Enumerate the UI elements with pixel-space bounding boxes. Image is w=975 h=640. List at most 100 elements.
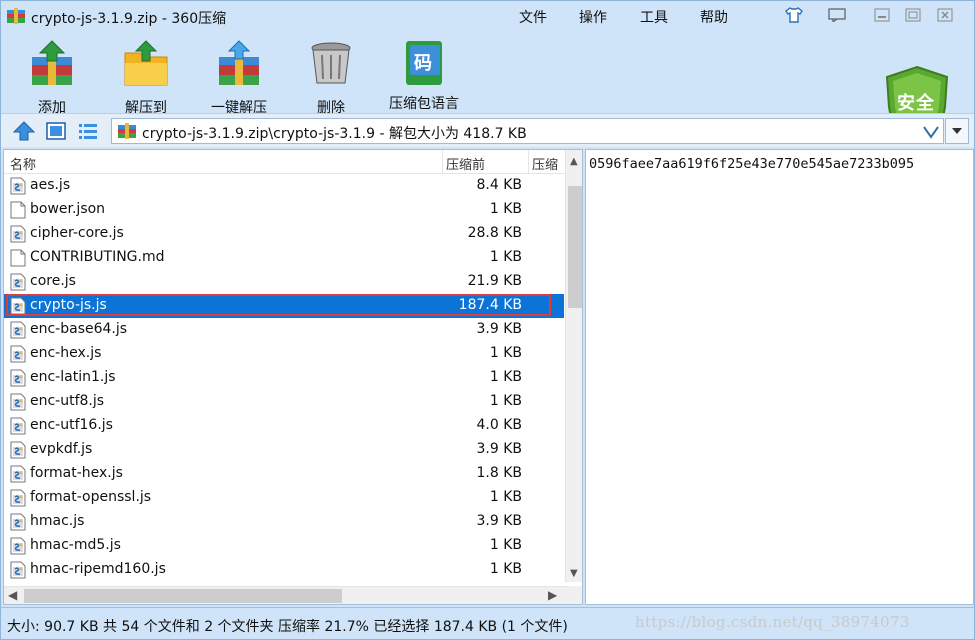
script-file-icon [10, 513, 26, 531]
scroll-right-arrow-icon[interactable]: ▶ [548, 588, 557, 602]
file-row[interactable]: hmac.js 3.9 KB [4, 510, 564, 534]
file-name: enc-utf16.js [30, 417, 113, 433]
file-size: 3.9 KB [476, 441, 523, 457]
path-dropdown-button[interactable] [945, 118, 969, 144]
file-row[interactable]: enc-hex.js 1 KB [4, 342, 564, 366]
file-name: bower.json [30, 201, 106, 217]
file-row[interactable]: hmac-ripemd160.js 1 KB [4, 558, 564, 582]
file-size: 1 KB [489, 489, 522, 505]
file-size: 1 KB [489, 369, 522, 385]
script-file-icon [10, 273, 26, 291]
file-row[interactable]: enc-base64.js 3.9 KB [4, 318, 564, 342]
file-name: hmac.js [30, 513, 85, 529]
menu-tools[interactable]: 工具 [640, 7, 668, 27]
one-click-extract-button[interactable]: 一键解压 [208, 39, 270, 117]
column-divider[interactable] [528, 150, 529, 174]
add-button[interactable]: 添加 [27, 39, 77, 117]
file-row[interactable]: format-openssl.js 1 KB [4, 486, 564, 510]
file-size: 3.9 KB [476, 321, 523, 337]
vertical-scroll-thumb[interactable] [568, 186, 582, 308]
horizontal-scroll-thumb[interactable] [24, 589, 342, 603]
window-title: crypto-js-3.1.9.zip - 360压缩 [31, 11, 227, 27]
file-row[interactable]: hmac-md5.js 1 KB [4, 534, 564, 558]
blank-file-icon [10, 249, 26, 267]
menu-file[interactable]: 文件 [519, 7, 547, 27]
scroll-left-arrow-icon[interactable]: ◀ [8, 588, 17, 602]
file-row[interactable]: core.js 21.9 KB [4, 270, 564, 294]
chevron-down-double-icon[interactable] [922, 125, 940, 139]
dropdown-arrow-icon [952, 128, 962, 134]
horizontal-scrollbar[interactable]: ◀ ▶ [4, 586, 566, 604]
path-text: crypto-js-3.1.9.zip\crypto-js-3.1.9 - 解包… [142, 126, 527, 142]
file-size: 1 KB [489, 345, 522, 361]
file-row[interactable]: enc-utf16.js 4.0 KB [4, 414, 564, 438]
file-size: 1.8 KB [476, 465, 523, 481]
file-size: 187.4 KB [458, 297, 522, 313]
script-file-icon [10, 369, 26, 387]
list-view-icon[interactable] [77, 121, 99, 141]
scroll-down-arrow-icon[interactable]: ▼ [570, 568, 578, 579]
app-window: crypto-js-3.1.9.zip - 360压缩 文件 操作 工具 帮助 [0, 0, 975, 640]
extract-to-button[interactable]: 解压到 [121, 39, 171, 117]
language-code-icon: 码 [400, 39, 448, 87]
column-size-after[interactable]: 压缩 [532, 154, 558, 173]
file-row[interactable]: enc-utf8.js 1 KB [4, 390, 564, 414]
add-archive-icon [32, 40, 72, 85]
file-row[interactable]: cipher-core.js 28.8 KB [4, 222, 564, 246]
scroll-up-arrow-icon[interactable]: ▲ [570, 156, 578, 167]
file-size: 1 KB [489, 201, 522, 217]
watermark: https://blog.csdn.net/qq_38974073 [635, 613, 910, 631]
file-size: 1 KB [489, 393, 522, 409]
menu-help[interactable]: 帮助 [700, 7, 728, 27]
script-file-icon [10, 441, 26, 459]
file-name: evpkdf.js [30, 441, 93, 457]
up-arrow-icon[interactable] [13, 121, 35, 141]
file-name: hmac-md5.js [30, 537, 121, 553]
file-name: enc-hex.js [30, 345, 102, 361]
file-list-pane: 名称 压缩前 压缩 aes.js 8.4 KB bower.json 1 KB ciph… [3, 149, 583, 605]
trash-bin-icon [311, 42, 351, 84]
file-row[interactable]: CONTRIBUTING.md 1 KB [4, 246, 564, 270]
skin-shirt-icon[interactable] [783, 6, 805, 24]
archive-language-button[interactable]: 码 压缩包语言 [387, 39, 461, 113]
thumbnail-view-icon[interactable] [45, 121, 67, 141]
file-name: format-openssl.js [30, 489, 152, 505]
script-file-icon [10, 297, 26, 315]
comment-pane: 0596faee7aa619f6f25e43e770e545ae7233b095 [585, 149, 974, 605]
file-row[interactable]: bower.json 1 KB [4, 198, 564, 222]
delete-button[interactable]: 删除 [306, 39, 356, 117]
column-name[interactable]: 名称 [10, 154, 36, 173]
file-row-selected[interactable]: crypto-js.js 187.4 KB [4, 294, 564, 318]
column-divider[interactable] [442, 150, 443, 174]
file-size: 21.9 KB [467, 273, 522, 289]
extract-folder-icon [124, 40, 168, 86]
script-file-icon [10, 393, 26, 411]
maximize-icon[interactable] [902, 6, 924, 24]
minimize-icon[interactable] [871, 6, 893, 24]
toolbar: 添加 解压到 一键解压 删除 码 压缩包语言 安全 [1, 31, 974, 141]
script-file-icon [10, 561, 26, 579]
script-file-icon [10, 417, 26, 435]
script-file-icon [10, 321, 26, 339]
file-name: format-hex.js [30, 465, 123, 481]
language-icon-glyph: 码 [414, 53, 432, 74]
file-name: CONTRIBUTING.md [30, 249, 165, 265]
file-size: 8.4 KB [476, 177, 523, 193]
close-icon[interactable] [934, 6, 956, 24]
file-row[interactable]: enc-latin1.js 1 KB [4, 366, 564, 390]
file-row[interactable]: evpkdf.js 3.9 KB [4, 438, 564, 462]
menu-operate[interactable]: 操作 [579, 7, 607, 27]
column-size-before[interactable]: 压缩前 [446, 154, 485, 173]
vertical-scrollbar[interactable]: ▲ ▼ [565, 150, 582, 582]
file-name: aes.js [30, 177, 71, 193]
archive-app-icon [7, 8, 25, 24]
path-field[interactable]: crypto-js-3.1.9.zip\crypto-js-3.1.9 - 解包… [111, 118, 944, 144]
file-size: 28.8 KB [467, 225, 522, 241]
feedback-icon[interactable] [826, 6, 848, 24]
file-row[interactable]: format-hex.js 1.8 KB [4, 462, 564, 486]
file-name: cipher-core.js [30, 225, 124, 241]
title-bar: crypto-js-3.1.9.zip - 360压缩 文件 操作 工具 帮助 [1, 1, 974, 31]
file-row[interactable]: aes.js 8.4 KB [4, 174, 564, 198]
script-file-icon [10, 537, 26, 555]
one-click-extract-icon [219, 40, 259, 85]
